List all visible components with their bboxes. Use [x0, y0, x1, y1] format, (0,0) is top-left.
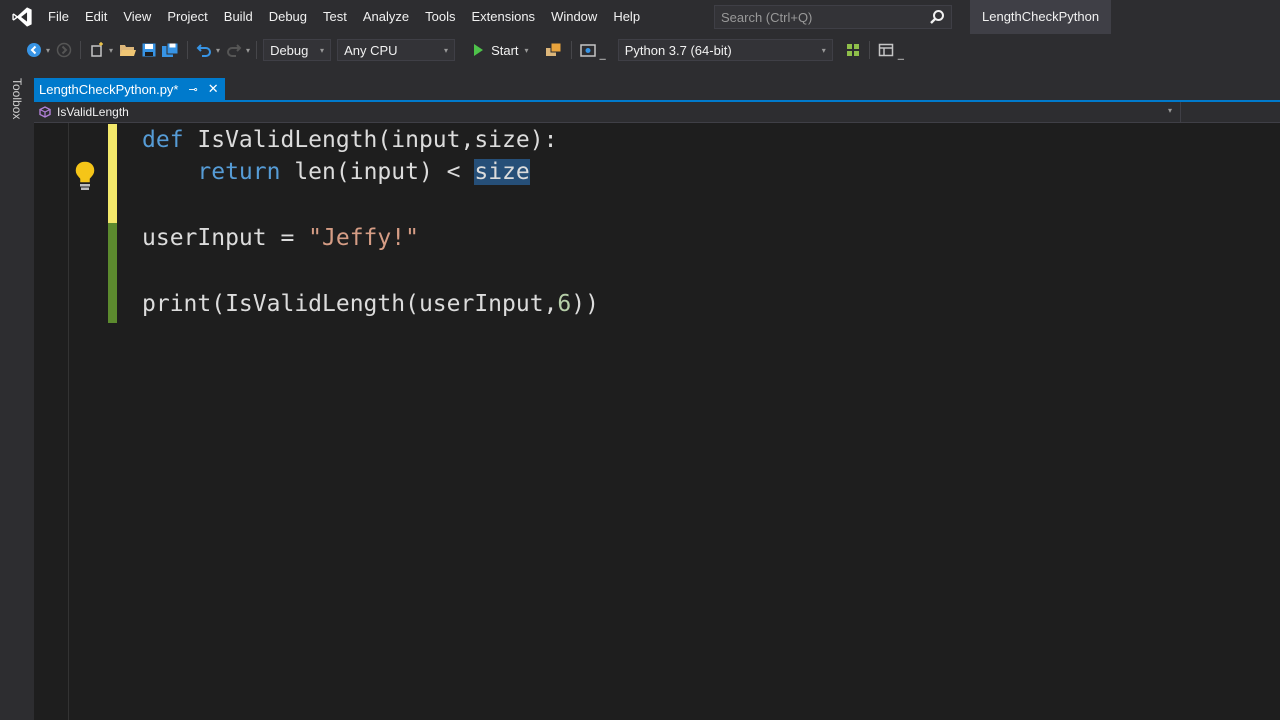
new-project-dropdown-icon[interactable]: ▾: [109, 46, 113, 55]
python-packages-icon[interactable]: [845, 39, 861, 61]
python-environment-value: Python 3.7 (64-bit): [624, 42, 732, 58]
close-icon[interactable]: ✕: [208, 81, 219, 97]
menu-view[interactable]: View: [115, 0, 159, 34]
attach-process-icon[interactable]: [545, 39, 563, 61]
toolbar-separator: [187, 41, 189, 59]
toolbar-overflow-icon[interactable]: ▁: [898, 51, 904, 60]
chevron-down-icon: ▾: [320, 45, 325, 55]
code-number: 6: [557, 291, 572, 317]
visual-studio-logo-icon[interactable]: [0, 0, 44, 34]
menu-tools[interactable]: Tools: [417, 0, 463, 34]
save-all-icon[interactable]: [161, 39, 179, 61]
solution-platform-value: Any CPU: [344, 42, 398, 58]
editor-margin-divider: [68, 123, 69, 720]
code-text: IsValidLength(input,size):: [183, 127, 558, 153]
undo-icon[interactable]: [196, 39, 212, 61]
save-icon[interactable]: [141, 39, 157, 61]
code-editor[interactable]: def IsValidLength(input,size): return le…: [34, 123, 1280, 720]
menu-window[interactable]: Window: [543, 0, 605, 34]
screenshot-dropdown-icon[interactable]: ▁: [600, 51, 606, 60]
back-dropdown-icon[interactable]: ▾: [46, 46, 50, 55]
method-icon: [39, 106, 51, 118]
chevron-down-icon[interactable]: ▾: [1168, 106, 1172, 115]
code-text: userInput =: [142, 225, 309, 251]
code-keyword: return: [197, 159, 281, 185]
menu-debug[interactable]: Debug: [261, 0, 315, 34]
code-line-4[interactable]: print(IsValidLength(userInput,6)): [142, 288, 599, 320]
menu-file[interactable]: File: [44, 0, 77, 34]
code-keyword: def: [142, 127, 184, 153]
code-text: len(input) <: [280, 159, 475, 185]
menu-extensions[interactable]: Extensions: [463, 0, 543, 34]
standard-toolbar: ▾ ▾ ▾ ▾ Debug ▾ Any CPU ▾ Start ▾ ▁ Pyth…: [0, 34, 1280, 66]
search-input[interactable]: [721, 9, 921, 25]
start-button[interactable]: Start ▾: [469, 39, 530, 61]
selected-text: size: [474, 159, 530, 185]
toolbox-tab[interactable]: Toolbox: [10, 78, 24, 119]
menu-edit[interactable]: Edit: [77, 0, 115, 34]
menu-test[interactable]: Test: [315, 0, 355, 34]
code-text: )): [571, 291, 599, 317]
menu-bar: File Edit View Project Build Debug Test …: [0, 0, 1280, 34]
menu-help[interactable]: Help: [605, 0, 648, 34]
pin-icon[interactable]: ⊸: [188, 83, 197, 96]
chevron-down-icon: ▾: [444, 45, 449, 55]
redo-dropdown-icon[interactable]: ▾: [246, 46, 250, 55]
code-line-2[interactable]: return len(input) < size: [142, 156, 530, 188]
code-line-1[interactable]: def IsValidLength(input,size):: [142, 124, 557, 156]
menu-analyze[interactable]: Analyze: [355, 0, 417, 34]
python-environment-select[interactable]: Python 3.7 (64-bit) ▾: [617, 39, 833, 61]
navigation-bar-right-pane[interactable]: [1180, 102, 1280, 122]
layout-icon[interactable]: [878, 39, 894, 61]
document-tab-row: LengthCheckPython.py* ⊸ ✕: [34, 66, 1280, 101]
tab-label: LengthCheckPython.py*: [39, 81, 179, 97]
toolbar-separator: [570, 41, 572, 59]
open-folder-icon[interactable]: [119, 39, 137, 61]
back-icon[interactable]: [26, 39, 42, 61]
toolbar-separator: [80, 41, 82, 59]
navigation-bar: IsValidLength ▾: [34, 102, 1280, 123]
window-title: LengthCheckPython: [970, 0, 1112, 34]
tab-lengthcheckpython[interactable]: LengthCheckPython.py* ⊸ ✕: [34, 78, 225, 100]
code-string: "Jeffy!": [308, 225, 419, 251]
redo-icon[interactable]: [226, 39, 242, 61]
undo-dropdown-icon[interactable]: ▾: [216, 46, 220, 55]
saved-change-marker: [108, 223, 117, 323]
forward-icon[interactable]: [56, 39, 72, 61]
start-button-label: Start: [491, 42, 519, 58]
play-icon: [474, 44, 484, 56]
solution-configuration-select[interactable]: Debug ▾: [263, 39, 332, 61]
start-dropdown-icon[interactable]: ▾: [525, 46, 529, 55]
new-project-icon[interactable]: [89, 39, 105, 61]
solution-platform-select[interactable]: Any CPU ▾: [337, 39, 456, 61]
chevron-down-icon: ▾: [821, 45, 826, 55]
menu-project[interactable]: Project: [159, 0, 215, 34]
screenshot-icon[interactable]: [579, 39, 596, 61]
code-line-3[interactable]: userInput = "Jeffy!": [142, 222, 419, 254]
lightbulb-icon[interactable]: [72, 159, 98, 196]
solution-configuration-value: Debug: [270, 42, 309, 58]
search-box[interactable]: [714, 5, 952, 29]
member-dropdown[interactable]: IsValidLength: [34, 105, 129, 119]
toolbar-separator: [868, 41, 870, 59]
member-name: IsValidLength: [57, 105, 129, 119]
unsaved-change-marker: [108, 124, 117, 223]
search-icon[interactable]: [929, 9, 945, 30]
left-tool-strip: [0, 66, 34, 720]
toolbar-separator: [256, 41, 258, 59]
menu-build[interactable]: Build: [216, 0, 261, 34]
code-text: print(IsValidLength(userInput,: [142, 291, 558, 317]
